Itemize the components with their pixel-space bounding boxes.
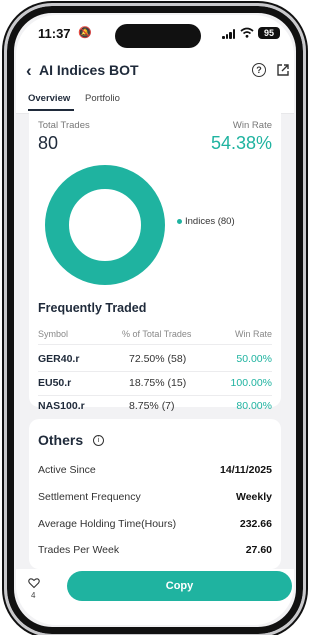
legend-dot — [177, 218, 182, 224]
bell-muted-icon: 🔕 — [78, 27, 92, 39]
wifi-icon — [240, 27, 254, 38]
row-pct: 8.75% (7) — [129, 400, 175, 412]
info-label: Average Holding Time(Hours) — [38, 518, 177, 530]
battery-icon: 95 — [258, 27, 280, 39]
app-screen: 11:37 🔕 95 ‹ AI Indices BOT ? Overview P… — [16, 15, 294, 625]
dynamic-island — [115, 24, 201, 48]
row-pct: 72.50% (58) — [129, 353, 187, 365]
info-row-trades-per-week: Trades Per Week 27.60 — [29, 544, 281, 562]
table-row[interactable]: NAS100.r 8.75% (7) 80.00% — [29, 400, 281, 420]
row-win-rate: 80.00% — [236, 400, 272, 412]
back-chevron-icon[interactable]: ‹ — [26, 61, 32, 81]
info-icon[interactable]: i — [93, 435, 104, 446]
others-card: Others i Active Since 14/11/2025 Settlem… — [29, 419, 281, 569]
info-label: Settlement Frequency — [38, 491, 141, 503]
row-pct: 18.75% (15) — [129, 377, 187, 389]
info-label: Active Since — [38, 464, 96, 476]
status-bar: 11:37 🔕 95 — [16, 15, 294, 49]
info-value: Weekly — [236, 491, 272, 503]
row-symbol: NAS100.r — [38, 400, 85, 412]
table-row[interactable]: EU50.r 18.75% (15) 100.00% — [29, 377, 281, 397]
row-symbol: GER40.r — [38, 353, 80, 365]
app-header: ‹ AI Indices BOT ? Overview Portfolio — [16, 49, 294, 114]
info-value: 27.60 — [245, 544, 272, 556]
total-trades-label: Total Trades — [38, 120, 90, 131]
info-label: Trades Per Week — [38, 544, 120, 556]
column-header-pct: % of Total Trades — [122, 329, 192, 339]
tab-overview[interactable]: Overview — [28, 93, 70, 104]
total-trades-value: 80 — [38, 133, 59, 153]
copy-button[interactable]: Copy — [67, 571, 292, 601]
row-symbol: EU50.r — [38, 377, 72, 389]
info-row-active-since: Active Since 14/11/2025 — [29, 464, 281, 482]
row-divider — [38, 344, 272, 345]
tab-portfolio[interactable]: Portfolio — [85, 93, 120, 104]
bottom-action-bar: 4 Copy — [16, 569, 294, 625]
cellular-signal-icon — [222, 29, 236, 39]
legend-label: Indices (80) — [185, 216, 235, 227]
others-title: Others — [38, 432, 84, 448]
column-header-symbol: Symbol — [38, 329, 69, 339]
heart-icon[interactable] — [28, 577, 40, 589]
table-row[interactable]: GER40.r 72.50% (58) 50.00% — [29, 353, 281, 373]
donut-legend: Indices (80) — [177, 216, 235, 227]
row-divider — [38, 371, 272, 372]
active-tab-indicator — [28, 109, 74, 111]
column-header-win-rate: Win Rate — [234, 329, 272, 339]
frequently-traded-title: Frequently Traded — [38, 301, 147, 315]
row-win-rate: 100.00% — [230, 377, 272, 389]
external-link-icon[interactable] — [276, 63, 290, 77]
win-rate-label: Win Rate — [232, 120, 272, 131]
donut-ring-indices — [45, 165, 165, 285]
row-win-rate: 50.00% — [236, 353, 272, 365]
win-rate-value: 54.38% — [210, 133, 272, 153]
trades-donut-chart — [45, 165, 165, 285]
phone-bezel: 11:37 🔕 95 ‹ AI Indices BOT ? Overview P… — [4, 3, 306, 635]
info-row-average-holding-time: Average Holding Time(Hours) 232.66 — [29, 518, 281, 536]
page-title: AI Indices BOT — [39, 62, 139, 78]
row-divider — [38, 395, 272, 396]
info-value: 14/11/2025 — [220, 464, 272, 476]
status-time: 11:37 — [38, 26, 71, 41]
phone-device: 11:37 🔕 95 ‹ AI Indices BOT ? Overview P… — [0, 0, 308, 635]
like-count: 4 — [31, 591, 36, 600]
help-icon[interactable]: ? — [252, 63, 266, 77]
info-row-settlement-frequency: Settlement Frequency Weekly — [29, 491, 281, 509]
info-value: 232.66 — [239, 518, 272, 530]
performance-card: Total Trades Win Rate 80 54.38% Indices … — [29, 113, 281, 412]
